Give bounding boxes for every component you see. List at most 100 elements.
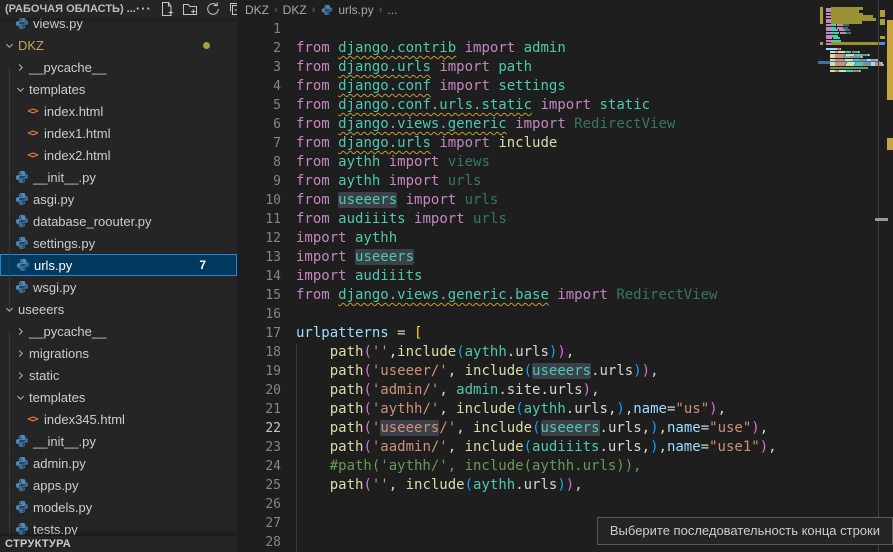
line-content: path('useeers/', include(useeers.urls,),… xyxy=(296,419,768,438)
editor-area: DKZ › DKZ › urls.py ›... 12 from django.contri… xyxy=(237,0,893,552)
tree-item-templates[interactable]: templates xyxy=(0,78,237,100)
tree-item--init-py[interactable]: __init__.py xyxy=(0,166,237,188)
tree-item-label: index.html xyxy=(44,104,103,119)
minimap[interactable] xyxy=(820,2,878,302)
chev-right-icon xyxy=(14,348,26,359)
tree-item-index345-html[interactable]: <>index345.html xyxy=(0,408,237,430)
tree-item-admin-py[interactable]: admin.py xyxy=(0,452,237,474)
code-line-3[interactable]: 3 from django.urls import path xyxy=(237,58,878,77)
breadcrumb-separator: › xyxy=(274,4,278,16)
code-line-2[interactable]: 2 from django.contrib import admin xyxy=(237,39,878,58)
code-line-14[interactable]: 14import audiiits xyxy=(237,267,878,286)
line-number: 14 xyxy=(237,267,281,286)
code-line-10[interactable]: 10from useeers import urls xyxy=(237,191,878,210)
code-line-1[interactable]: 1 xyxy=(237,20,878,39)
line-content: path('aythh/', include(aythh.urls,),name… xyxy=(296,400,726,419)
breadcrumb-item-dkz[interactable]: DKZ xyxy=(283,3,307,17)
new-folder-icon[interactable] xyxy=(182,1,198,17)
line-content: from audiiits import urls xyxy=(296,210,507,229)
minimap-warning-block xyxy=(831,42,881,45)
tree-item--pycache-[interactable]: __pycache__ xyxy=(0,320,237,342)
refresh-explorer-icon[interactable] xyxy=(205,1,221,17)
code-line-16[interactable]: 16 xyxy=(237,305,878,324)
tree-item-index2-html[interactable]: <>index2.html xyxy=(0,144,237,166)
code-line-15[interactable]: 15from django.views.generic.base import … xyxy=(237,286,878,305)
code-line-21[interactable]: 21 path('aythh/', include(aythh.urls,),n… xyxy=(237,400,878,419)
outline-section-header[interactable]: СТРУКТУРА xyxy=(0,535,237,552)
code-line-20[interactable]: 20 path('admin/', admin.site.urls), xyxy=(237,381,878,400)
code-line-8[interactable]: 8from aythh import views xyxy=(237,153,878,172)
tree-item-index1-html[interactable]: <>index1.html xyxy=(0,122,237,144)
line-number: 10 xyxy=(237,191,281,210)
code-line-6[interactable]: 6from django.views.generic import Redire… xyxy=(237,115,878,134)
line-content: #path('aythh/', include(aythh.urls)), xyxy=(296,457,642,476)
explorer-section-header[interactable]: (РАБОЧАЯ ОБЛАСТЬ) ... ··· xyxy=(0,0,237,18)
tree-item-database-roouter-py[interactable]: database_roouter.py xyxy=(0,210,237,232)
line-number: 3 xyxy=(237,58,281,77)
tree-item-urls-py[interactable]: urls.py7 xyxy=(0,254,237,276)
line-content: from aythh import urls xyxy=(296,172,481,191)
tree-item--pycache-[interactable]: __pycache__ xyxy=(0,56,237,78)
tree-item-label: __pycache__ xyxy=(29,60,106,75)
breadcrumb-item-dkz[interactable]: DKZ xyxy=(245,3,269,17)
python-icon xyxy=(14,16,29,30)
new-file-icon[interactable] xyxy=(159,1,175,17)
tree-item-index-html[interactable]: <>index.html xyxy=(0,100,237,122)
line-content: from django.contrib import admin xyxy=(296,39,566,58)
explorer-sidebar: (РАБОЧАЯ ОБЛАСТЬ) ... ··· views.pyDKZ__p… xyxy=(0,0,237,552)
code-line-5[interactable]: 5from django.conf.urls.static import sta… xyxy=(237,96,878,115)
code-line-4[interactable]: 4from django.conf import settings xyxy=(237,77,878,96)
tree-item-static[interactable]: static xyxy=(0,364,237,386)
code-editor[interactable]: 12 from django.contrib import admin 3 from … xyxy=(237,20,878,552)
line-number: 25 xyxy=(237,476,281,495)
tree-item-templates[interactable]: templates xyxy=(0,386,237,408)
code-line-24[interactable]: 24 #path('aythh/', include(aythh.urls)), xyxy=(237,457,878,476)
info-mark xyxy=(880,42,885,45)
code-line-12[interactable]: 12import aythh xyxy=(237,229,878,248)
line-number: 11 xyxy=(237,210,281,229)
tree-item--init-py[interactable]: __init__.py xyxy=(0,430,237,452)
code-line-17[interactable]: 17urlpatterns = [ xyxy=(237,324,878,343)
tree-item-label: __init__.py xyxy=(33,170,96,185)
line-content: from django.views.generic.base import Re… xyxy=(296,286,717,305)
line-number: 17 xyxy=(237,324,281,343)
tree-item-asgi-py[interactable]: asgi.py xyxy=(0,188,237,210)
code-line-9[interactable]: 9from aythh import urls xyxy=(237,172,878,191)
problems-badge: 7 xyxy=(199,258,206,272)
tree-item-settings-py[interactable]: settings.py xyxy=(0,232,237,254)
line-number: 2 xyxy=(237,39,281,58)
code-line-25[interactable]: 25 path('', include(aythh.urls)), xyxy=(237,476,878,495)
chev-right-icon xyxy=(14,370,26,381)
code-line-23[interactable]: 23 path('aadmin/', include(audiiits.urls… xyxy=(237,438,878,457)
tree-indent-guide xyxy=(9,68,10,310)
breadcrumb-item--[interactable]: ... xyxy=(387,3,397,17)
code-line-7[interactable]: 7from django.urls import include xyxy=(237,134,878,153)
code-line-11[interactable]: 11 from audiiits import urls xyxy=(237,210,878,229)
line-content: from django.conf.urls.static import stat… xyxy=(296,96,650,115)
code-line-18[interactable]: 18 path('',include(aythh.urls)), xyxy=(237,343,878,362)
tree-item-wsgi-py[interactable]: wsgi.py xyxy=(0,276,237,298)
tree-item-migrations[interactable]: migrations xyxy=(0,342,237,364)
line-number: 28 xyxy=(237,533,281,552)
code-line-26[interactable]: 26 xyxy=(237,495,878,514)
code-line-22[interactable]: 22 path('useeers/', include(useeers.urls… xyxy=(237,419,878,438)
collapse-folders-icon[interactable] xyxy=(228,1,237,17)
code-line-19[interactable]: 19 path('useeer/', include(useeers.urls)… xyxy=(237,362,878,381)
breadcrumb-item-urls-py[interactable]: urls.py xyxy=(320,3,373,17)
tree-item-label: wsgi.py xyxy=(33,280,76,295)
breadcrumb-separator: › xyxy=(379,4,383,16)
tree-item-label: admin.py xyxy=(33,456,86,471)
breadcrumb-separator: › xyxy=(312,4,316,16)
tree-item-useeers[interactable]: useeers xyxy=(0,298,237,320)
tree-item-models-py[interactable]: models.py xyxy=(0,496,237,518)
code-line-13[interactable]: 13import useeers xyxy=(237,248,878,267)
line-content: from django.urls import path xyxy=(296,58,532,77)
more-actions-icon[interactable]: ··· xyxy=(136,1,152,17)
overview-ruler[interactable] xyxy=(878,0,893,552)
editor-indent-guide xyxy=(296,344,297,552)
tree-item-label: useeers xyxy=(18,302,64,317)
python-icon xyxy=(14,280,29,294)
tree-item-dkz[interactable]: DKZ xyxy=(0,34,237,56)
line-content: from django.views.generic import Redirec… xyxy=(296,115,675,134)
tree-item-apps-py[interactable]: apps.py xyxy=(0,474,237,496)
